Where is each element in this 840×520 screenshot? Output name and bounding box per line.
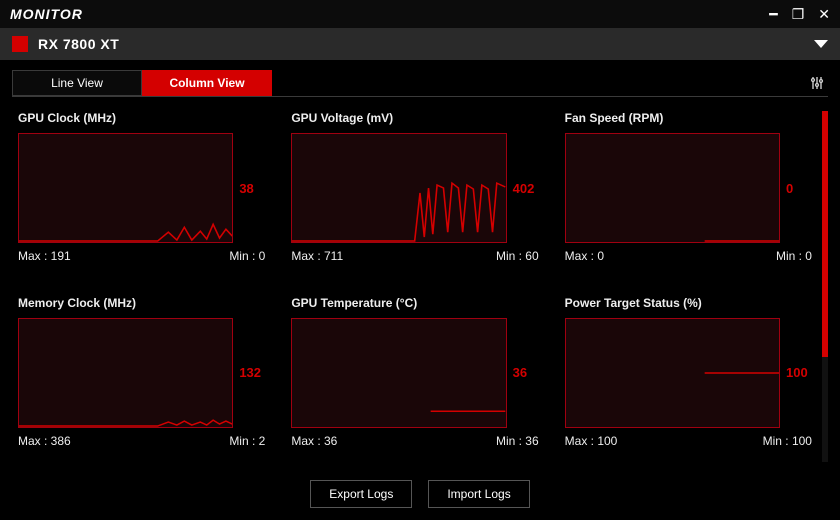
plot-fan-speed xyxy=(565,133,780,243)
max-value: Max : 711 xyxy=(291,249,343,263)
plot-memory-clock xyxy=(18,318,233,428)
minimize-icon[interactable]: ━ xyxy=(769,7,777,21)
card-title: GPU Temperature (°C) xyxy=(291,296,538,310)
card-title: Power Target Status (%) xyxy=(565,296,812,310)
titlebar: MONITOR ━ ❐ ✕ xyxy=(0,0,840,28)
vertical-scrollbar[interactable] xyxy=(822,111,828,462)
current-value: 100 xyxy=(786,365,812,380)
tab-line-view[interactable]: Line View xyxy=(12,70,142,96)
view-tabs: Line View Column View xyxy=(12,70,828,97)
max-value: Max : 36 xyxy=(291,434,337,448)
card-fan-speed: Fan Speed (RPM) 0 Max : 0 Min : 0 xyxy=(565,111,812,278)
device-name: RX 7800 XT xyxy=(38,36,119,52)
scrollbar-thumb[interactable] xyxy=(822,111,828,357)
min-value: Min : 0 xyxy=(229,249,265,263)
max-value: Max : 100 xyxy=(565,434,618,448)
card-memory-clock: Memory Clock (MHz) 132 Max : 386 Min : 2 xyxy=(18,296,265,463)
current-value: 0 xyxy=(786,181,812,196)
footer-buttons: Export Logs Import Logs xyxy=(12,470,828,520)
plot-power-target xyxy=(565,318,780,428)
card-gpu-clock: GPU Clock (MHz) 38 Max : 191 Min : 0 xyxy=(18,111,265,278)
current-value: 402 xyxy=(513,181,539,196)
device-selector[interactable]: RX 7800 XT xyxy=(0,28,840,60)
current-value: 36 xyxy=(513,365,539,380)
import-logs-button[interactable]: Import Logs xyxy=(428,480,529,508)
window-controls: ━ ❐ ✕ xyxy=(769,7,830,21)
max-value: Max : 0 xyxy=(565,249,604,263)
grid-wrap: GPU Clock (MHz) 38 Max : 191 Min : 0 GPU… xyxy=(12,97,828,470)
export-logs-button[interactable]: Export Logs xyxy=(310,480,412,508)
card-gpu-voltage: GPU Voltage (mV) 402 Max : 711 Min : 60 xyxy=(291,111,538,278)
min-value: Min : 60 xyxy=(496,249,539,263)
close-icon[interactable]: ✕ xyxy=(818,7,830,21)
content-area: Line View Column View GPU Clock (MHz) xyxy=(0,60,840,520)
chevron-down-icon[interactable] xyxy=(814,40,828,48)
restore-icon[interactable]: ❐ xyxy=(792,7,805,21)
card-title: GPU Clock (MHz) xyxy=(18,111,265,125)
monitor-grid: GPU Clock (MHz) 38 Max : 191 Min : 0 GPU… xyxy=(12,97,818,470)
min-value: Min : 36 xyxy=(496,434,539,448)
card-gpu-temperature: GPU Temperature (°C) 36 Max : 36 Min : 3… xyxy=(291,296,538,463)
device-color-swatch xyxy=(12,36,28,52)
plot-gpu-voltage xyxy=(291,133,506,243)
app-title: MONITOR xyxy=(10,6,83,22)
max-value: Max : 191 xyxy=(18,249,71,263)
card-power-target: Power Target Status (%) 100 Max : 100 Mi… xyxy=(565,296,812,463)
tab-column-view[interactable]: Column View xyxy=(142,70,272,96)
card-title: Fan Speed (RPM) xyxy=(565,111,812,125)
min-value: Min : 100 xyxy=(763,434,812,448)
min-value: Min : 2 xyxy=(229,434,265,448)
current-value: 132 xyxy=(239,365,265,380)
sliders-icon[interactable] xyxy=(806,76,828,90)
current-value: 38 xyxy=(239,181,265,196)
plot-gpu-clock xyxy=(18,133,233,243)
card-title: Memory Clock (MHz) xyxy=(18,296,265,310)
max-value: Max : 386 xyxy=(18,434,71,448)
plot-gpu-temperature xyxy=(291,318,506,428)
card-title: GPU Voltage (mV) xyxy=(291,111,538,125)
min-value: Min : 0 xyxy=(776,249,812,263)
